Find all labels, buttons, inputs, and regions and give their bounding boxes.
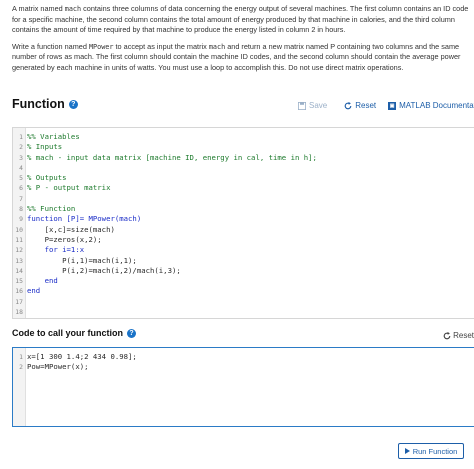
code-text: end — [27, 276, 58, 286]
code-line[interactable]: 14 P(i,2)=mach(i,2)/mach(i,3); — [13, 266, 474, 276]
reset-icon — [344, 101, 352, 109]
code-text: %% Variables — [27, 132, 80, 141]
code-line[interactable]: 13 P(i,1)=mach(i,1); — [13, 256, 474, 266]
code-line[interactable]: 8 %% Function — [13, 204, 474, 214]
line-number: 11 — [15, 235, 23, 244]
code-text: function [P]= MPower(mach) — [27, 214, 142, 224]
line-number: 3 — [19, 153, 23, 162]
line-number: 18 — [15, 308, 23, 317]
problem-description: A matrix named mach contains three colum… — [12, 4, 470, 80]
line-number: 5 — [19, 174, 23, 183]
code-text: %% Function — [27, 204, 76, 214]
line-number: 16 — [15, 287, 23, 296]
line-number: 15 — [15, 277, 23, 286]
code-text: P(i,1)=mach(i,1); — [27, 255, 137, 265]
code-text: P(i,2)=mach(i,2)/mach(i,3); — [27, 265, 181, 275]
function-editor[interactable]: 1 %% Variables 2 % Inputs 3 % mach - input da… — [12, 127, 474, 319]
line-number: 9 — [19, 215, 23, 224]
line-number: 7 — [19, 194, 23, 203]
problem-paragraph-2: Write a function named MPower to accept … — [12, 41, 461, 72]
save-icon — [298, 101, 306, 110]
code-text: % mach - input data matrix [machine ID, … — [27, 152, 317, 162]
function-toolbar: Save Reset ▣ MATLAB Documentation — [298, 101, 474, 110]
help-icon[interactable]: ? — [68, 99, 78, 109]
line-number: 10 — [15, 225, 23, 234]
code-line[interactable]: 16 end — [13, 286, 474, 296]
code-text: for i=1:x — [27, 245, 85, 255]
line-number: 1 — [19, 133, 23, 141]
code-line[interactable]: 5 % Outputs — [13, 173, 474, 183]
run-function-button[interactable]: Run Function — [398, 443, 464, 459]
call-title: Code to call your function ? — [12, 328, 137, 338]
code-line[interactable]: 10 [x,c]=size(mach) — [13, 225, 474, 235]
function-code-lines: 1 %% Variables 2 % Inputs 3 % mach - input da… — [13, 132, 474, 317]
call-editor[interactable]: 1 x=[1 300 1.4;2 434 0.98]; 2 Pow=MPower(x)… — [12, 347, 474, 427]
code-text: P=zeros(x,2); — [27, 234, 102, 244]
call-code-lines: 1 x=[1 300 1.4;2 434 0.98]; 2 Pow=MPower(x)… — [13, 352, 474, 373]
var-mach-2: mach — [208, 42, 226, 51]
code-line[interactable]: 2 % Inputs — [13, 142, 474, 152]
problem-paragraph-1: A matrix named mach contains three colum… — [12, 4, 469, 35]
help-icon[interactable]: ? — [127, 328, 137, 338]
code-line[interactable]: 9 function [P]= MPower(mach) — [13, 214, 474, 224]
code-line[interactable]: 3 % mach - input data matrix [machine ID,… — [13, 153, 474, 163]
code-text: end — [27, 286, 41, 296]
code-text: % Outputs — [27, 173, 67, 183]
code-text: [x,c]=size(mach) — [27, 224, 115, 234]
line-number: 2 — [19, 363, 23, 372]
reset-button[interactable]: Reset — [344, 101, 376, 110]
code-line[interactable]: 2 Pow=MPower(x); — [13, 362, 474, 372]
code-line[interactable]: 7 — [13, 194, 474, 204]
line-number: 6 — [19, 184, 23, 193]
code-text: % P - output matrix — [27, 183, 111, 193]
line-number: 13 — [15, 256, 23, 265]
line-number: 4 — [19, 163, 23, 172]
line-number: 17 — [15, 297, 23, 306]
code-line[interactable]: 1 %% Variables — [13, 132, 474, 142]
reset-icon — [443, 331, 451, 339]
code-line[interactable]: 6 % P - output matrix — [13, 183, 474, 193]
matlab-documentation-link[interactable]: ▣ MATLAB Documentation — [388, 101, 474, 110]
fn-mpower: MPower — [88, 42, 114, 51]
code-line[interactable]: 1 x=[1 300 1.4;2 434 0.98]; — [13, 352, 474, 362]
var-mach: mach — [64, 5, 82, 13]
code-line[interactable]: 17 — [13, 297, 474, 307]
line-number: 14 — [15, 266, 23, 275]
line-number: 12 — [15, 246, 23, 255]
line-number: 1 — [19, 353, 23, 361]
matlab-icon: ▣ — [388, 101, 397, 110]
code-line[interactable]: 18 — [13, 307, 474, 317]
line-number: 2 — [19, 143, 23, 152]
code-line[interactable]: 15 end — [13, 276, 474, 286]
function-title: Function ? — [12, 97, 78, 111]
code-line[interactable]: 12 for i=1:x — [13, 245, 474, 255]
code-text: % Inputs — [27, 142, 63, 152]
save-button[interactable]: Save — [298, 101, 327, 110]
line-number: 8 — [19, 205, 23, 214]
code-text: Pow=MPower(x); — [27, 362, 89, 372]
call-reset-button[interactable]: Reset — [443, 331, 474, 340]
code-line[interactable]: 11 P=zeros(x,2); — [13, 235, 474, 245]
play-icon — [404, 448, 410, 454]
code-line[interactable]: 4 — [13, 163, 474, 173]
code-text: x=[1 300 1.4;2 434 0.98]; — [27, 352, 137, 361]
